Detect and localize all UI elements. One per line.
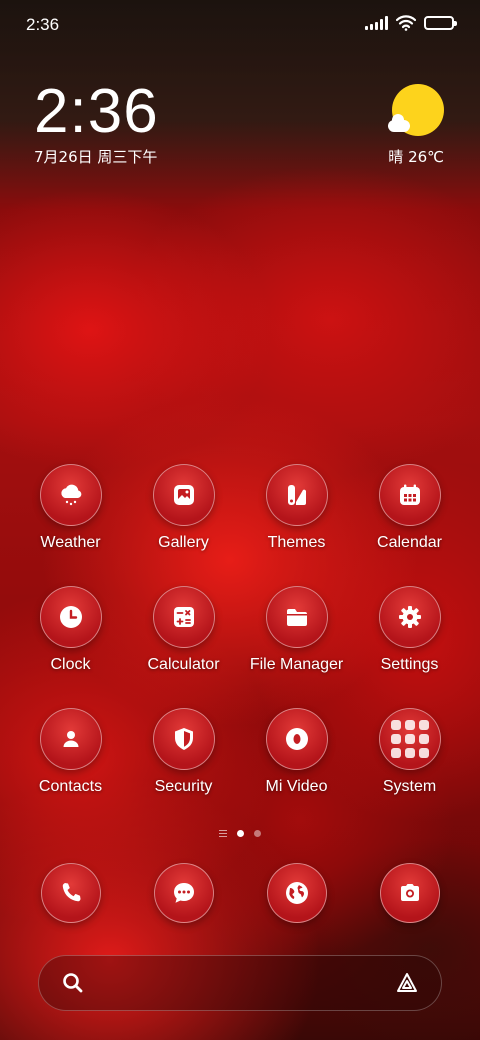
menu-lines-icon: [219, 830, 227, 837]
dock-messages[interactable]: [127, 863, 240, 923]
app-gallery[interactable]: Gallery: [127, 464, 240, 552]
person-icon: [39, 708, 102, 770]
app-security[interactable]: Security: [127, 708, 240, 796]
calculator-icon: [152, 586, 215, 648]
shield-icon: [152, 708, 215, 770]
app-label: Calculator: [147, 656, 220, 673]
app-folder-icon: [378, 708, 441, 770]
app-label: Clock: [50, 656, 91, 673]
date-text: 7月26日 周三下午: [34, 148, 158, 166]
dock-camera[interactable]: [353, 863, 466, 923]
app-label: Security: [154, 778, 213, 795]
app-clock[interactable]: Clock: [14, 586, 127, 674]
app-label: Settings: [380, 656, 439, 673]
gallery-icon: [152, 464, 215, 526]
folder-icon: [265, 586, 328, 648]
browser-icon: [266, 863, 327, 923]
message-icon: [153, 863, 214, 923]
page-dot-active: [237, 830, 244, 837]
app-calculator[interactable]: Calculator: [127, 586, 240, 674]
search-icon[interactable]: [61, 971, 85, 995]
page-dot: [254, 830, 261, 837]
wifi-icon: [396, 15, 416, 31]
page-indicator[interactable]: [0, 830, 480, 837]
app-label: Mi Video: [265, 778, 328, 795]
battery-icon: [424, 16, 457, 30]
assistant-icon[interactable]: [395, 971, 419, 995]
app-contacts[interactable]: Contacts: [14, 708, 127, 796]
app-settings[interactable]: Settings: [353, 586, 466, 674]
app-file-manager[interactable]: File Manager: [240, 586, 353, 674]
signal-icon: [365, 16, 388, 30]
app-label: File Manager: [249, 656, 344, 673]
phone-icon: [40, 863, 101, 923]
app-label: Weather: [40, 534, 101, 551]
app-weather[interactable]: Weather: [14, 464, 127, 552]
app-themes[interactable]: Themes: [240, 464, 353, 552]
partly-sunny-icon: [388, 84, 444, 138]
dock-browser[interactable]: [240, 863, 353, 923]
weather-widget[interactable]: 晴 26℃: [388, 84, 444, 167]
app-system-folder[interactable]: System: [353, 708, 466, 796]
clock-icon: [39, 586, 102, 648]
app-grid: Weather Gallery Themes Calendar Clock Ca…: [14, 464, 466, 796]
app-label: Calendar: [377, 534, 442, 551]
app-mi-video[interactable]: Mi Video: [240, 708, 353, 796]
weather-text: 晴 26℃: [388, 148, 444, 166]
status-time: 2:36: [26, 15, 60, 34]
app-label: Themes: [267, 534, 326, 551]
search-bar[interactable]: [38, 955, 442, 1011]
dock: [14, 863, 466, 923]
app-label: Gallery: [158, 534, 209, 551]
status-icons: [365, 15, 457, 31]
status-bar: 2:36: [0, 0, 480, 48]
clock-time: 2:36: [34, 77, 159, 146]
calendar-icon: [378, 464, 441, 526]
dock-phone[interactable]: [14, 863, 127, 923]
app-label: System: [382, 778, 437, 795]
clock-widget[interactable]: 2:36 7月26日 周三下午: [34, 80, 159, 167]
gear-icon: [378, 586, 441, 648]
app-label: Contacts: [38, 778, 103, 795]
themes-icon: [265, 464, 328, 526]
weather-icon: [39, 464, 102, 526]
app-calendar[interactable]: Calendar: [353, 464, 466, 552]
video-icon: [265, 708, 328, 770]
camera-icon: [379, 863, 440, 923]
